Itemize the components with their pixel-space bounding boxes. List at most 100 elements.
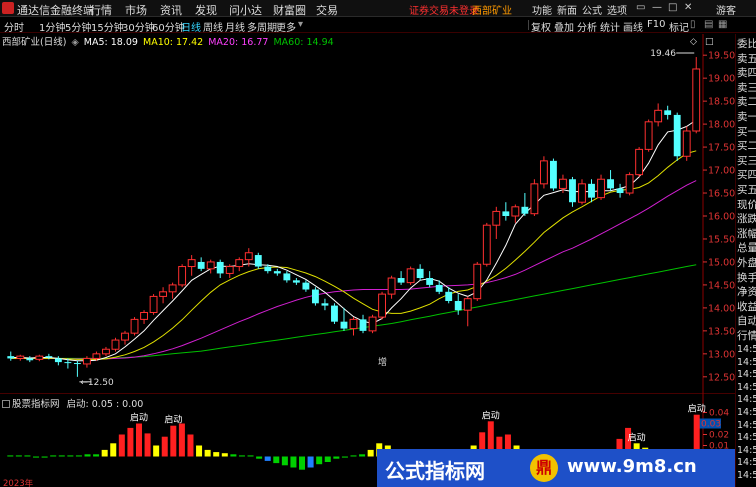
side-item[interactable]: 卖二: [737, 94, 756, 109]
indicator-bar: [110, 443, 117, 457]
candle: [225, 264, 234, 279]
period-tab-30min[interactable]: 30分钟: [122, 19, 155, 34]
period-tab-weekly[interactable]: 周线: [203, 19, 223, 34]
candle-body: [340, 321, 348, 329]
indicator-bar: [359, 454, 366, 457]
side-item[interactable]: 行情: [737, 328, 756, 343]
side-item[interactable]: 外盘: [737, 255, 756, 270]
side-item[interactable]: 买三: [737, 153, 756, 168]
side-item[interactable]: 卖四: [737, 65, 756, 80]
side-item[interactable]: 卖五: [737, 51, 756, 66]
side-item[interactable]: 涨幅: [737, 226, 756, 241]
indicator-bar: [316, 456, 323, 465]
candle-body: [635, 148, 644, 176]
guest-mode[interactable]: 游客: [716, 2, 736, 17]
menu-formula[interactable]: 公式: [582, 2, 602, 17]
candle-body: [597, 178, 605, 199]
quote-side-panel: 委比 卖五 卖四 卖三 卖二 卖一 买一 买二 买三 买四 买五 现价 涨跌 涨幅 总量 外盘 换手 净资 收益 自动…: [735, 34, 756, 487]
candle: [654, 103, 663, 127]
menu-function[interactable]: 功能: [532, 2, 552, 17]
candle: [635, 147, 644, 177]
price-tick-label: 17.00: [708, 166, 735, 177]
more-chevron-icon[interactable]: ▾: [298, 19, 303, 30]
side-item[interactable]: 买一: [737, 124, 756, 139]
indicator-bar: [153, 445, 160, 457]
candle-body: [550, 160, 557, 189]
candle-body: [473, 263, 482, 300]
indicator-name[interactable]: 股票指标网: [12, 399, 60, 410]
candle-body: [625, 174, 634, 194]
period-tab-60min[interactable]: 60分钟: [152, 19, 185, 34]
candle: [454, 294, 462, 315]
side-item[interactable]: 现价: [737, 197, 756, 212]
login-notice[interactable]: 证券交易未登录: [409, 2, 479, 17]
period-tab-multi[interactable]: 多周期: [247, 19, 277, 34]
minimize-icon[interactable]: ▭: [636, 2, 645, 13]
kline-chart[interactable]: 19.50 19.00 18.50 18.00 17.50 17.00 16.50 16.00…: [0, 34, 735, 393]
menu-quotes[interactable]: 行情: [90, 2, 112, 18]
candle: [331, 303, 338, 324]
period-tab-more[interactable]: 更多: [276, 19, 296, 34]
tool-statistics[interactable]: 统计: [600, 19, 620, 34]
menu-discover[interactable]: 发现: [195, 2, 217, 18]
indicator-bar: [93, 454, 100, 457]
period-tab-timeshare[interactable]: 分时: [4, 19, 24, 34]
candle-body: [368, 316, 377, 332]
period-tab-5min[interactable]: 5分钟: [65, 19, 91, 34]
side-item[interactable]: 自动: [737, 313, 756, 328]
menu-trade[interactable]: 交易: [316, 2, 338, 18]
period-tab-1min[interactable]: 1分钟: [39, 19, 65, 34]
tool-f10[interactable]: F10: [647, 19, 665, 30]
period-tab-monthly[interactable]: 月线: [225, 19, 245, 34]
tool-analysis[interactable]: 分析: [577, 19, 597, 34]
menu-ask[interactable]: 问小达: [229, 2, 262, 18]
side-item[interactable]: 买五: [737, 182, 756, 197]
candle-body: [121, 332, 129, 341]
maximize-icon[interactable]: □: [668, 2, 677, 13]
grid-icon[interactable]: ▦: [718, 19, 727, 30]
side-item[interactable]: 换手: [737, 270, 756, 285]
side-item[interactable]: 卖一: [737, 109, 756, 124]
tick-time: 14:5: [737, 432, 756, 444]
restore-icon[interactable]: —: [652, 2, 662, 13]
menu-options[interactable]: 选项: [607, 2, 627, 17]
tool-mark[interactable]: 标记: [669, 19, 689, 34]
candle-body: [521, 206, 529, 214]
side-item[interactable]: 净资: [737, 284, 756, 299]
menu-wealth[interactable]: 财富圈: [273, 2, 306, 18]
side-item[interactable]: 涨跌: [737, 211, 756, 226]
side-item[interactable]: 买四: [737, 167, 756, 182]
side-item[interactable]: 总量: [737, 240, 756, 255]
title-bar: 通达信金融终端 行情 市场 资讯 发现 问小达 财富圈 交易 证券交易未登录 西…: [0, 0, 756, 17]
tool-draw[interactable]: 画线: [623, 19, 643, 34]
watermark-banner: 公式指标网 鼎 www.9m8.cn: [377, 449, 735, 487]
layout-icon[interactable]: ▤: [704, 19, 713, 30]
indicator-bar: [187, 434, 194, 457]
indicator-bar: [333, 456, 340, 459]
candle: [378, 291, 386, 320]
side-item[interactable]: 买二: [737, 138, 756, 153]
candle-body: [111, 339, 120, 350]
candle: [187, 255, 196, 276]
side-item[interactable]: 委比: [737, 36, 756, 51]
volume-tag: 增: [378, 356, 387, 368]
indicator-toggle-icon[interactable]: [2, 400, 10, 408]
period-tab-daily[interactable]: 日线: [181, 19, 201, 34]
candle-body: [206, 261, 215, 270]
side-item[interactable]: 收益: [737, 299, 756, 314]
side-item[interactable]: 卖三: [737, 80, 756, 95]
tool-adjust[interactable]: 复权: [531, 19, 551, 34]
menu-market[interactable]: 市场: [125, 2, 147, 18]
indicator-bar: [50, 455, 57, 457]
menu-new-face[interactable]: 新面: [557, 2, 577, 17]
price-tick-label: 18.00: [708, 120, 735, 131]
candle: [397, 271, 405, 285]
tool-overlay[interactable]: 叠加: [554, 19, 574, 34]
period-tab-15min[interactable]: 15分钟: [91, 19, 124, 34]
menu-news[interactable]: 资讯: [160, 2, 182, 18]
indicator-bar: [238, 455, 245, 457]
collapse-icon[interactable]: ▯: [690, 19, 696, 30]
candle: [16, 354, 25, 361]
tick-time: 14:5: [737, 369, 756, 381]
close-icon[interactable]: ✕: [684, 2, 692, 13]
